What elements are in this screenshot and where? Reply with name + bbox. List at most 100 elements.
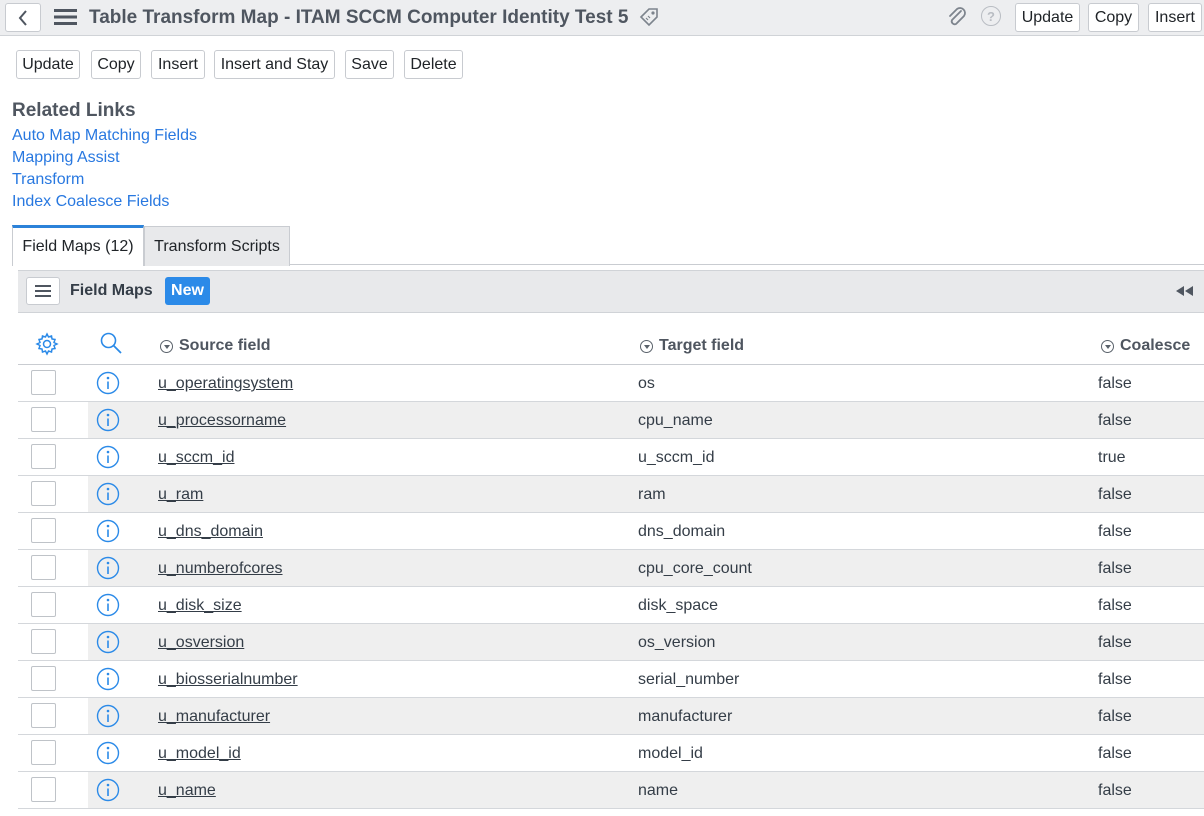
table-row: u_operatingsystem os false xyxy=(18,365,1204,402)
hamburger-menu-icon[interactable] xyxy=(54,7,78,27)
checkbox-cell xyxy=(18,587,88,623)
source-field-link[interactable]: u_numberofcores xyxy=(158,560,283,578)
column-header-target-field[interactable]: Target field xyxy=(640,337,744,355)
info-icon[interactable] xyxy=(96,778,120,802)
info-icon[interactable] xyxy=(96,371,120,395)
source-field-link[interactable]: u_disk_size xyxy=(158,597,242,615)
copy-button[interactable]: Copy xyxy=(91,50,141,79)
coalesce-value: false xyxy=(1098,412,1132,429)
mapping-assist-link[interactable]: Mapping Assist xyxy=(12,149,120,167)
table-row: u_ram ram false xyxy=(18,476,1204,513)
save-button[interactable]: Save xyxy=(345,50,394,79)
table-row: u_sccm_id u_sccm_id true xyxy=(18,439,1204,476)
row-checkbox[interactable] xyxy=(31,703,56,728)
tab-transform-scripts[interactable]: Transform Scripts xyxy=(144,226,290,266)
transform-link[interactable]: Transform xyxy=(12,171,84,189)
coalesce-value: false xyxy=(1098,523,1132,540)
source-field-link[interactable]: u_model_id xyxy=(158,745,241,763)
row-checkbox[interactable] xyxy=(31,407,56,432)
source-field-link[interactable]: u_dns_domain xyxy=(158,523,263,541)
row-checkbox[interactable] xyxy=(31,592,56,617)
info-icon[interactable] xyxy=(96,408,120,432)
row-checkbox[interactable] xyxy=(31,740,56,765)
table-row: u_dns_domain dns_domain false xyxy=(18,513,1204,550)
sort-icon xyxy=(640,339,653,353)
target-field: cpu_name xyxy=(638,412,713,429)
target-field: os xyxy=(638,375,655,392)
header-copy-button[interactable]: Copy xyxy=(1088,3,1139,32)
info-icon[interactable] xyxy=(96,519,120,543)
list-toolbar: Field Maps New xyxy=(18,270,1204,313)
checkbox-cell xyxy=(18,624,88,660)
target-field: model_id xyxy=(638,745,703,762)
paperclip-icon[interactable] xyxy=(946,6,968,28)
column-header-label: Source field xyxy=(179,337,271,354)
info-icon[interactable] xyxy=(96,704,120,728)
collapse-icon[interactable] xyxy=(1175,285,1195,297)
source-field-link[interactable]: u_sccm_id xyxy=(158,449,234,467)
source-field-link[interactable]: u_manufacturer xyxy=(158,708,270,726)
source-field-link[interactable]: u_biosserialnumber xyxy=(158,671,298,689)
table-row: u_manufacturer manufacturer false xyxy=(18,698,1204,735)
source-field-link[interactable]: u_name xyxy=(158,782,216,800)
checkbox-cell xyxy=(18,476,88,512)
header-insert-button[interactable]: Insert xyxy=(1148,3,1202,32)
auto-map-link[interactable]: Auto Map Matching Fields xyxy=(12,127,197,145)
checkbox-cell xyxy=(18,661,88,697)
info-icon[interactable] xyxy=(96,630,120,654)
field-maps-table: u_operatingsystem os false u_processorname… xyxy=(18,365,1204,809)
source-field-link[interactable]: u_operatingsystem xyxy=(158,375,293,393)
source-field-link[interactable]: u_processorname xyxy=(158,412,286,430)
info-icon[interactable] xyxy=(96,445,120,469)
row-checkbox[interactable] xyxy=(31,666,56,691)
target-field: serial_number xyxy=(638,671,740,688)
row-checkbox[interactable] xyxy=(31,777,56,802)
table-row: u_name name false xyxy=(18,772,1204,809)
info-icon[interactable] xyxy=(96,482,120,506)
row-checkbox[interactable] xyxy=(31,518,56,543)
source-field-link[interactable]: u_osversion xyxy=(158,634,244,652)
target-field: os_version xyxy=(638,634,716,651)
search-icon[interactable] xyxy=(99,331,123,355)
insert-and-stay-button[interactable]: Insert and Stay xyxy=(214,50,335,79)
sort-icon xyxy=(160,339,173,353)
coalesce-value: false xyxy=(1098,708,1132,725)
source-field-link[interactable]: u_ram xyxy=(158,486,203,504)
row-checkbox[interactable] xyxy=(31,370,56,395)
info-icon[interactable] xyxy=(96,667,120,691)
table-row: u_osversion os_version false xyxy=(18,624,1204,661)
update-button[interactable]: Update xyxy=(16,50,80,79)
coalesce-value: false xyxy=(1098,634,1132,651)
coalesce-value: false xyxy=(1098,782,1132,799)
help-icon[interactable]: ? xyxy=(981,6,1001,26)
column-header-label: Coalesce xyxy=(1120,337,1191,354)
checkbox-cell xyxy=(18,439,88,475)
index-coalesce-link[interactable]: Index Coalesce Fields xyxy=(12,193,169,211)
row-checkbox[interactable] xyxy=(31,444,56,469)
back-button[interactable] xyxy=(5,3,41,32)
header-update-button[interactable]: Update xyxy=(1015,3,1080,32)
column-header-source-field[interactable]: Source field xyxy=(160,337,271,355)
coalesce-value: false xyxy=(1098,597,1132,614)
row-checkbox[interactable] xyxy=(31,629,56,654)
column-header-coalesce[interactable]: Coalesce xyxy=(1101,337,1190,355)
form-header: Table Transform Map - ITAM SCCM Computer… xyxy=(0,0,1204,36)
tag-icon[interactable] xyxy=(638,6,660,28)
tab-field-maps[interactable]: Field Maps (12) xyxy=(12,225,144,266)
table-row: u_numberofcores cpu_core_count false xyxy=(18,550,1204,587)
gear-icon[interactable] xyxy=(35,332,59,356)
coalesce-value: false xyxy=(1098,671,1132,688)
checkbox-cell xyxy=(18,735,88,771)
row-checkbox[interactable] xyxy=(31,481,56,506)
target-field: u_sccm_id xyxy=(638,449,715,466)
row-checkbox[interactable] xyxy=(31,555,56,580)
new-button[interactable]: New xyxy=(165,277,210,305)
list-menu-button[interactable] xyxy=(26,277,60,305)
info-icon[interactable] xyxy=(96,741,120,765)
hamburger-menu-icon xyxy=(35,285,51,297)
target-field: ram xyxy=(638,486,666,503)
info-icon[interactable] xyxy=(96,593,120,617)
info-icon[interactable] xyxy=(96,556,120,580)
insert-button[interactable]: Insert xyxy=(151,50,205,79)
delete-button[interactable]: Delete xyxy=(404,50,463,79)
